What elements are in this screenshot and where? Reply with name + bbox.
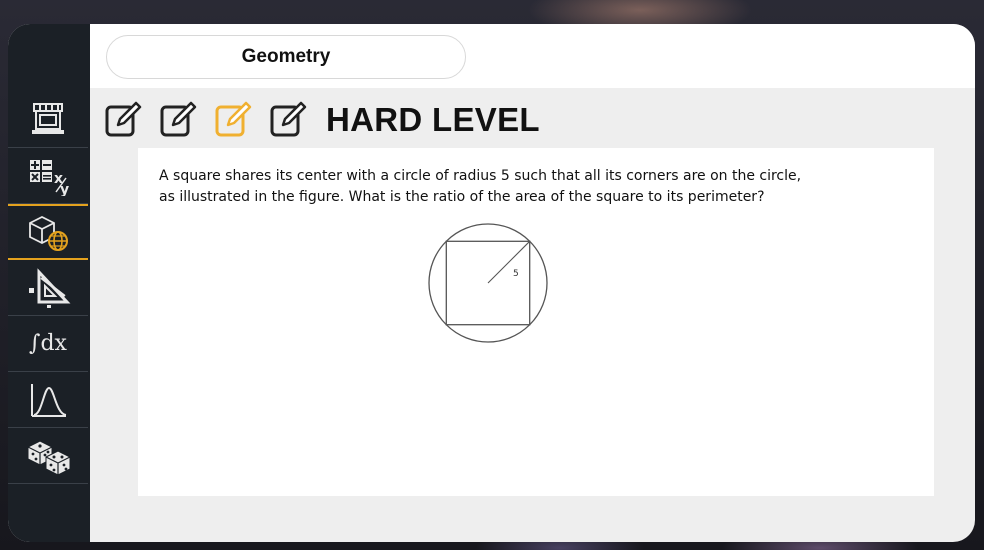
edit-icon[interactable]	[159, 101, 197, 139]
integral-icon: ∫dx	[29, 331, 67, 356]
dice-icon	[27, 439, 71, 476]
edit-icon[interactable]	[214, 101, 252, 139]
sidebar: x y ∫dx	[8, 24, 90, 542]
radius-line	[487, 240, 531, 284]
distribution-curve-icon	[31, 383, 67, 417]
sidebar-item-probability[interactable]	[8, 428, 88, 484]
shop-icon	[32, 102, 64, 134]
arithmetic-icon: x y	[30, 159, 69, 196]
difficulty-title: HARD LEVEL	[326, 101, 540, 138]
triangle-ruler-icon	[29, 267, 71, 308]
difficulty-selector: HARD LEVEL	[104, 96, 540, 144]
edit-icon[interactable]	[269, 101, 307, 139]
radius-label: 5	[513, 269, 519, 279]
top-bar: Geometry	[90, 24, 975, 88]
sidebar-item-geometry[interactable]	[8, 204, 88, 260]
sidebar-item-arithmetic[interactable]: x y	[8, 148, 88, 204]
question-line-2: as illustrated in the figure. What is th…	[159, 189, 765, 205]
question-line-1: A square shares its center with a circle…	[159, 168, 802, 184]
page-title: Geometry	[106, 35, 466, 79]
sidebar-item-triangle-ruler[interactable]	[8, 260, 88, 316]
sidebar-item-shop[interactable]	[8, 92, 88, 148]
question-card: A square shares its center with a circle…	[138, 148, 934, 496]
geometry-icon	[29, 215, 68, 251]
sidebar-item-calculus[interactable]: ∫dx	[8, 316, 88, 372]
app-window: x y ∫dx Geometry HARD LEVEL A square sha…	[8, 24, 975, 542]
edit-icon[interactable]	[104, 101, 142, 139]
question-text: A square shares its center with a circle…	[159, 166, 879, 208]
sidebar-item-statistics[interactable]	[8, 372, 88, 428]
circle-square-figure: 5	[428, 223, 548, 343]
svg-text:y: y	[60, 182, 69, 196]
